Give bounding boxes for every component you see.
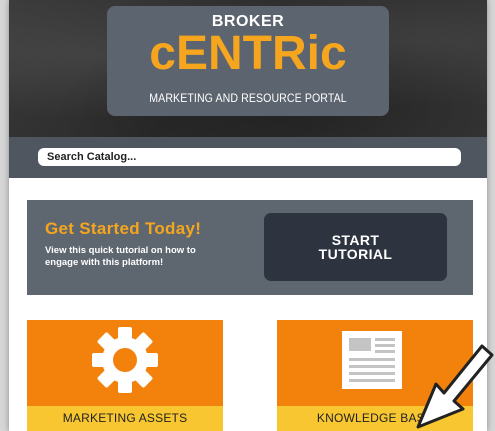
gear-icon — [92, 327, 158, 393]
marketing-assets-tile[interactable]: MARKETING ASSETS — [27, 320, 223, 431]
document-icon — [342, 331, 402, 389]
pointer-arrow-icon — [416, 344, 494, 429]
description-line-1: View this quick tutorial on how to — [45, 245, 196, 256]
search-bar — [9, 137, 487, 178]
start-tutorial-line-2: TUTORIAL — [318, 246, 393, 262]
start-tutorial-line-1: START — [331, 232, 380, 248]
description-line-2: engage with this platform! — [45, 257, 164, 268]
marketing-assets-label: MARKETING ASSETS — [27, 406, 223, 431]
logo-centric-text: cENTRic — [149, 27, 347, 80]
header-banner: BROKER cENTRic MARKETING AND RESOURCE PO… — [9, 0, 487, 137]
start-tutorial-button[interactable]: START TUTORIAL — [264, 213, 447, 281]
logo-subtitle: MARKETING AND RESOURCE PORTAL — [149, 93, 347, 105]
get-started-banner: Get Started Today! View this quick tutor… — [27, 200, 473, 295]
get-started-description: View this quick tutorial on how to engag… — [45, 245, 255, 269]
broker-centric-logo[interactable]: BROKER cENTRic MARKETING AND RESOURCE PO… — [107, 6, 389, 116]
search-catalog-input[interactable] — [38, 148, 461, 166]
get-started-title: Get Started Today! — [45, 219, 202, 238]
